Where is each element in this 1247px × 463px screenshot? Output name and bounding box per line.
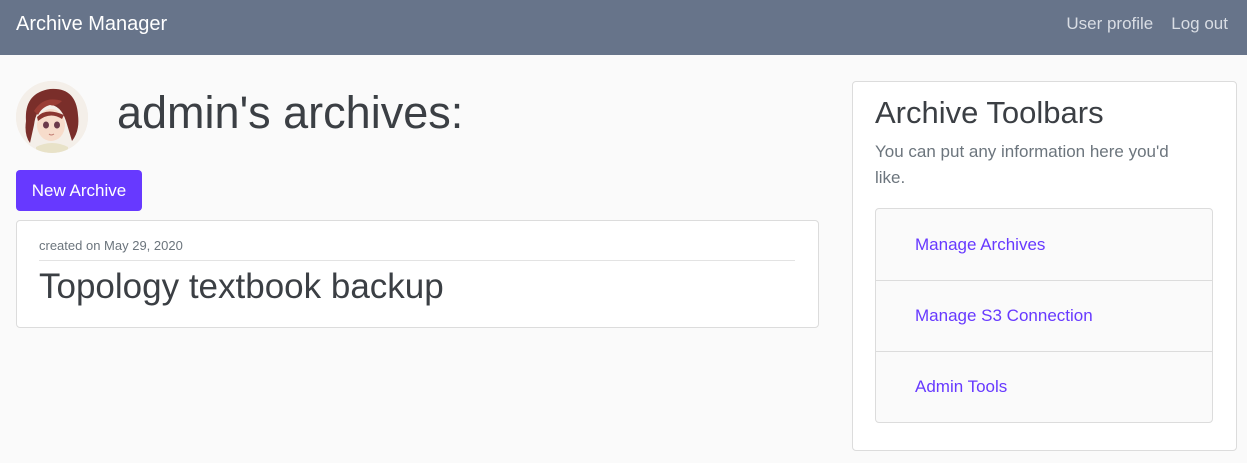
sidebar-menu: Manage Archives Manage S3 Connection Adm… xyxy=(875,208,1213,423)
page-title: admin's archives: xyxy=(117,87,464,138)
divider xyxy=(39,260,795,261)
sidebar-title: Archive Toolbars xyxy=(875,95,1104,130)
navbar-links: User profile Log out xyxy=(1066,13,1228,35)
new-archive-button[interactable]: New Archive xyxy=(16,170,142,211)
archive-toolbars-panel: Archive Toolbars You can put any informa… xyxy=(852,81,1237,451)
top-navbar: Archive Manager User profile Log out xyxy=(0,0,1247,55)
archive-card: created on May 29, 2020 Topology textboo… xyxy=(16,220,819,328)
sidebar-item-manage-archives[interactable]: Manage Archives xyxy=(876,209,1212,280)
archive-title-link[interactable]: Topology textbook backup xyxy=(39,266,444,308)
brand-link[interactable]: Archive Manager xyxy=(16,11,167,37)
archive-created-date: created on May 29, 2020 xyxy=(39,238,183,253)
log-out-link[interactable]: Log out xyxy=(1171,13,1228,35)
sidebar-item-admin-tools[interactable]: Admin Tools xyxy=(876,351,1212,422)
sidebar-item-manage-s3-connection[interactable]: Manage S3 Connection xyxy=(876,280,1212,351)
user-profile-link[interactable]: User profile xyxy=(1066,13,1153,35)
anime-avatar-icon xyxy=(16,81,88,153)
sidebar-description: You can put any information here you'd l… xyxy=(875,142,1169,187)
